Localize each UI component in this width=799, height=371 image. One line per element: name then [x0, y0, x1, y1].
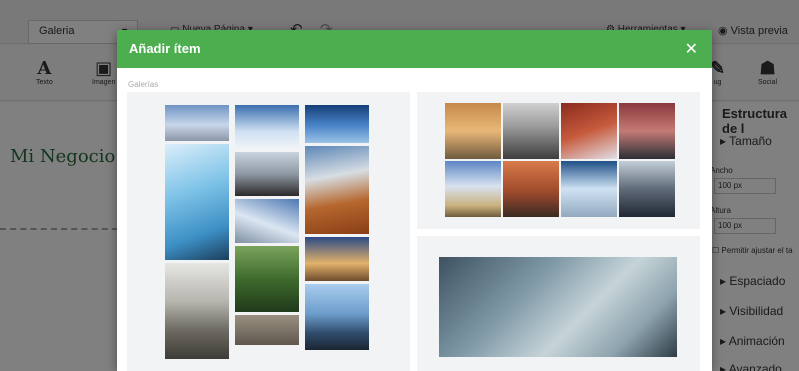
social-icon: ☗ [759, 58, 776, 79]
size-section[interactable]: ▸ Tamaño [720, 134, 772, 148]
eye-icon: ◉ [718, 25, 731, 37]
advanced-label: Avanzado [728, 362, 782, 371]
checkbox-icon: ☐ [712, 246, 722, 255]
gallery-thumbnail [235, 199, 299, 243]
height-input[interactable]: 100 px [714, 218, 776, 234]
size-label: Tamaño [729, 134, 772, 148]
advanced-section[interactable]: ▸ Avanzado [720, 362, 782, 371]
visibility-section[interactable]: ▸ Visibilidad [720, 304, 783, 318]
galleries-label: Galerías [128, 80, 159, 89]
gallery-thumbnail [503, 103, 559, 159]
caret-icon: ▸ [720, 334, 729, 348]
gallery-thumbnail [165, 263, 229, 359]
image-icon: ▣ [95, 58, 113, 79]
business-name[interactable]: Mi Negocio [10, 146, 115, 167]
spacing-label: Espaciado [729, 274, 786, 288]
gallery-thumbnail [305, 146, 369, 234]
gallery-thumbnail [503, 161, 559, 217]
panel-title: Estructura de l [722, 106, 788, 136]
preview-label: Vista previa [730, 25, 788, 37]
gallery-thumbnail [305, 105, 369, 143]
pencil-icon: ✎ [710, 58, 726, 79]
page-select-value: Galeria [39, 25, 75, 37]
width-input[interactable]: 100 px [714, 178, 776, 194]
gallery-thumbnail [235, 246, 299, 312]
social-tool[interactable]: ☗ Social [758, 58, 778, 87]
social-tool-label: Social [758, 79, 778, 86]
gallery-thumbnail [235, 315, 299, 345]
gallery-thumbnail [619, 161, 675, 217]
gallery-thumbnail [165, 144, 229, 260]
width-unit: px [733, 181, 743, 190]
gallery-thumbnail [561, 103, 617, 159]
gallery-thumbnail [439, 257, 677, 357]
blog-tool[interactable]: ✎ ug [710, 58, 726, 87]
gallery-thumbnail [235, 152, 299, 196]
caret-icon: ▸ [720, 274, 730, 288]
gallery-option-masonry[interactable] [127, 92, 410, 371]
preview-button[interactable]: ◉ Vista previa [718, 24, 788, 37]
gallery-thumbnail [305, 284, 369, 350]
gallery-thumbnail [445, 103, 501, 159]
animation-label: Animación [728, 334, 785, 348]
text-tool-label: Texto [36, 79, 53, 86]
blog-tool-label: ug [713, 79, 722, 86]
gallery-thumbnail [445, 161, 501, 217]
modal-title: Añadir ítem [129, 41, 201, 56]
adjust-checkbox[interactable]: ☐ Permitir ajustar el ta [712, 246, 793, 255]
animation-section[interactable]: ▸ Animación [720, 334, 785, 348]
text-tool[interactable]: A Texto [36, 58, 53, 87]
gallery-thumbnail [165, 105, 229, 141]
gallery-option-single[interactable] [417, 236, 700, 371]
close-icon[interactable]: ✕ [685, 39, 698, 59]
adjust-label: Permitir ajustar el ta [721, 246, 793, 255]
caret-icon: ▸ [720, 304, 730, 318]
modal-header: Añadir ítem ✕ [117, 30, 712, 68]
section-divider [0, 228, 118, 230]
image-tool-label: Imagen [92, 79, 116, 86]
gallery-option-grid[interactable] [417, 92, 700, 229]
gallery-thumbnail [561, 161, 617, 217]
gallery-thumbnail [619, 103, 675, 159]
gallery-thumbnail [235, 105, 299, 149]
caret-icon: ▸ [720, 134, 730, 148]
width-value: 100 [718, 181, 732, 190]
text-tool-icon: A [37, 58, 52, 79]
width-label: Ancho [710, 166, 733, 175]
spacing-section[interactable]: ▸ Espaciado [720, 274, 785, 288]
caret-icon: ▸ [720, 362, 729, 371]
add-item-modal: Añadir ítem ✕ Galerías [117, 30, 712, 371]
gallery-thumbnail [305, 237, 369, 281]
height-value: 100 [718, 221, 732, 230]
height-unit: px [733, 221, 743, 230]
visibility-label: Visibilidad [729, 304, 784, 318]
height-label: Altura [710, 206, 731, 215]
image-tool[interactable]: ▣ Imagen [92, 58, 116, 87]
